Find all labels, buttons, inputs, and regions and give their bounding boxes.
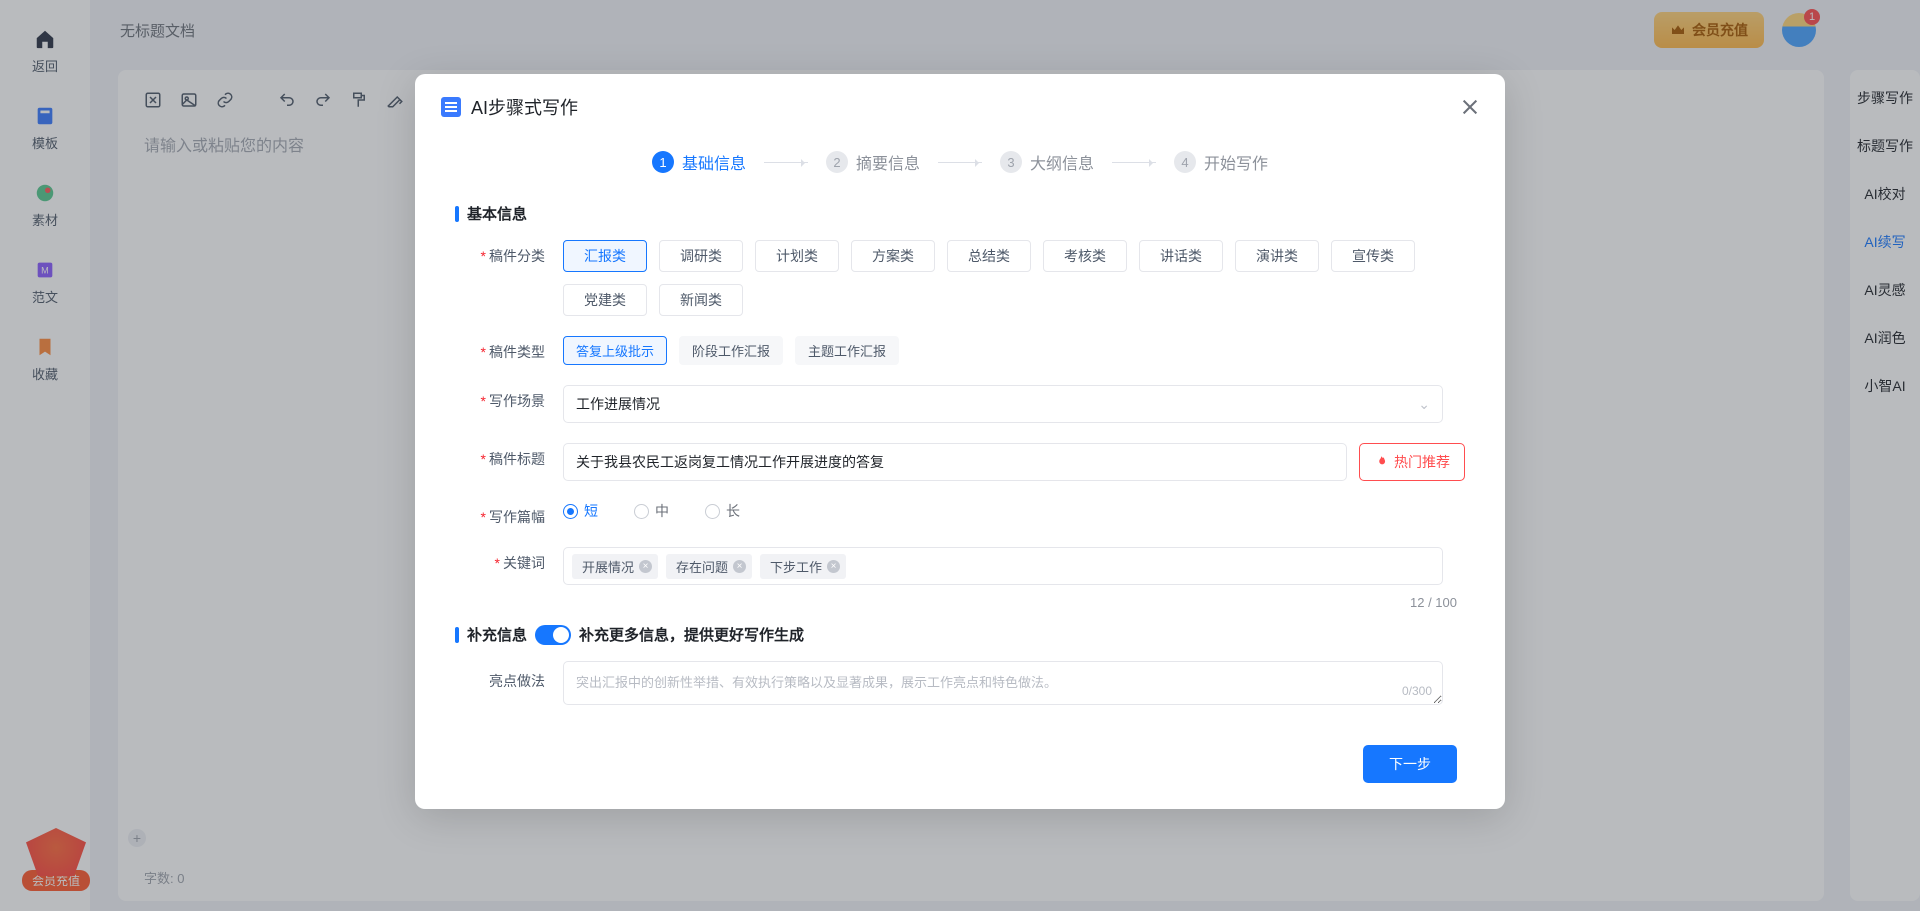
label-length: *写作篇幅	[455, 501, 563, 527]
tag-remove-icon[interactable]: ×	[733, 560, 746, 573]
category-chips: 汇报类 调研类 计划类 方案类 总结类 考核类 讲话类 演讲类 宣传类 党建类 …	[563, 240, 1465, 316]
row-keywords: *关键词 开展情况× 存在问题× 下步工作×	[455, 547, 1465, 585]
label-scene: *写作场景	[455, 385, 563, 411]
chip-category[interactable]: 讲话类	[1139, 240, 1223, 272]
radio-short[interactable]: 短	[563, 501, 598, 521]
radio-dot-icon	[705, 504, 720, 519]
step-basic[interactable]: 1基础信息	[652, 150, 746, 174]
scene-field: 工作进展情况 ⌄	[563, 385, 1465, 423]
label-title: *稿件标题	[455, 443, 563, 469]
textarea-placeholder: 突出汇报中的创新性举措、有效执行策略以及显著成果，展示工作亮点和特色做法。	[576, 675, 1057, 690]
chip-type[interactable]: 主题工作汇报	[795, 336, 899, 365]
row-highlight: 亮点做法 突出汇报中的创新性举措、有效执行策略以及显著成果，展示工作亮点和特色做…	[455, 661, 1465, 705]
keyword-tag: 下步工作×	[760, 554, 846, 579]
radio-long[interactable]: 长	[705, 501, 740, 521]
chip-category[interactable]: 计划类	[755, 240, 839, 272]
chip-category[interactable]: 汇报类	[563, 240, 647, 272]
tag-remove-icon[interactable]: ×	[827, 560, 840, 573]
tag-remove-icon[interactable]: ×	[639, 560, 652, 573]
title-field: 关于我县农民工返岗复工情况工作开展进度的答复 热门推荐	[563, 443, 1465, 481]
row-type: *稿件类型 答复上级批示 阶段工作汇报 主题工作汇报	[455, 336, 1465, 365]
radio-dot-icon	[563, 504, 578, 519]
step-arrow-icon	[938, 162, 982, 163]
step-arrow-icon	[764, 162, 808, 163]
ai-step-modal: AI步骤式写作 1基础信息 2摘要信息 3大纲信息 4开始写作 基本信息 *稿件…	[415, 74, 1505, 809]
step-arrow-icon	[1112, 162, 1156, 163]
type-chips: 答复上级批示 阶段工作汇报 主题工作汇报	[563, 336, 1465, 365]
scene-select[interactable]: 工作进展情况 ⌄	[563, 385, 1443, 423]
section-label: 基本信息	[467, 203, 527, 224]
modal-footer: 下一步	[415, 725, 1505, 783]
step-label: 基础信息	[682, 150, 746, 174]
radio-label: 中	[655, 501, 669, 521]
chip-category[interactable]: 考核类	[1043, 240, 1127, 272]
label-category: *稿件分类	[455, 240, 563, 266]
modal-header: AI步骤式写作	[415, 74, 1505, 136]
radio-mid[interactable]: 中	[634, 501, 669, 521]
step-outline[interactable]: 3大纲信息	[1000, 150, 1094, 174]
chip-category[interactable]: 宣传类	[1331, 240, 1415, 272]
keyword-tag: 开展情况×	[572, 554, 658, 579]
title-value: 关于我县农民工返岗复工情况工作开展进度的答复	[576, 452, 884, 472]
hot-recommend-button[interactable]: 热门推荐	[1359, 443, 1465, 481]
textarea-counter: 0/300	[1402, 684, 1432, 698]
supp-switch[interactable]	[535, 625, 571, 645]
fire-icon	[1374, 455, 1388, 469]
chip-category[interactable]: 调研类	[659, 240, 743, 272]
radio-dot-icon	[634, 504, 649, 519]
radio-label: 长	[726, 501, 740, 521]
doc-icon	[441, 97, 461, 117]
step-label: 大纲信息	[1030, 150, 1094, 174]
steps-bar: 1基础信息 2摘要信息 3大纲信息 4开始写作	[415, 136, 1505, 197]
chip-category[interactable]: 党建类	[563, 284, 647, 316]
form: *稿件分类 汇报类 调研类 计划类 方案类 总结类 考核类 讲话类 演讲类 宣传…	[415, 240, 1505, 705]
step-label: 开始写作	[1204, 150, 1268, 174]
highlight-textarea[interactable]: 突出汇报中的创新性举措、有效执行策略以及显著成果，展示工作亮点和特色做法。 0/…	[563, 661, 1443, 705]
chip-category[interactable]: 方案类	[851, 240, 935, 272]
chip-type[interactable]: 答复上级批示	[563, 336, 667, 365]
label-type: *稿件类型	[455, 336, 563, 362]
supp-desc: 补充更多信息，提供更好写作生成	[579, 624, 804, 645]
section-supp-title: 补充信息 补充更多信息，提供更好写作生成	[455, 624, 1465, 645]
chip-category[interactable]: 演讲类	[1235, 240, 1319, 272]
close-button[interactable]	[1461, 98, 1479, 116]
keywords-field: 开展情况× 存在问题× 下步工作×	[563, 547, 1465, 585]
modal-title-wrap: AI步骤式写作	[441, 94, 578, 120]
row-title: *稿件标题 关于我县农民工返岗复工情况工作开展进度的答复 热门推荐	[455, 443, 1465, 481]
row-category: *稿件分类 汇报类 调研类 计划类 方案类 总结类 考核类 讲话类 演讲类 宣传…	[455, 240, 1465, 316]
length-radios: 短 中 长	[563, 501, 1465, 521]
row-scene: *写作场景 工作进展情况 ⌄	[455, 385, 1465, 423]
section-basic-title: 基本信息	[455, 203, 1505, 224]
hot-label: 热门推荐	[1394, 452, 1450, 472]
next-button[interactable]: 下一步	[1363, 745, 1457, 783]
label-keywords: *关键词	[455, 547, 563, 573]
scene-value: 工作进展情况	[576, 394, 660, 414]
keywords-input[interactable]: 开展情况× 存在问题× 下步工作×	[563, 547, 1443, 585]
chip-category[interactable]: 新闻类	[659, 284, 743, 316]
chip-type[interactable]: 阶段工作汇报	[679, 336, 783, 365]
step-label: 摘要信息	[856, 150, 920, 174]
highlight-field: 突出汇报中的创新性举措、有效执行策略以及显著成果，展示工作亮点和特色做法。 0/…	[563, 661, 1465, 705]
modal-title: AI步骤式写作	[471, 94, 578, 120]
title-input[interactable]: 关于我县农民工返岗复工情况工作开展进度的答复	[563, 443, 1347, 481]
step-summary[interactable]: 2摘要信息	[826, 150, 920, 174]
row-length: *写作篇幅 短 中 长	[455, 501, 1465, 527]
label-highlight: 亮点做法	[455, 661, 563, 691]
chevron-down-icon: ⌄	[1418, 396, 1430, 413]
keyword-counter: 12 / 100	[455, 595, 1465, 610]
section-label: 补充信息	[467, 624, 527, 645]
keyword-tag: 存在问题×	[666, 554, 752, 579]
step-start[interactable]: 4开始写作	[1174, 150, 1268, 174]
chip-category[interactable]: 总结类	[947, 240, 1031, 272]
radio-label: 短	[584, 501, 598, 521]
